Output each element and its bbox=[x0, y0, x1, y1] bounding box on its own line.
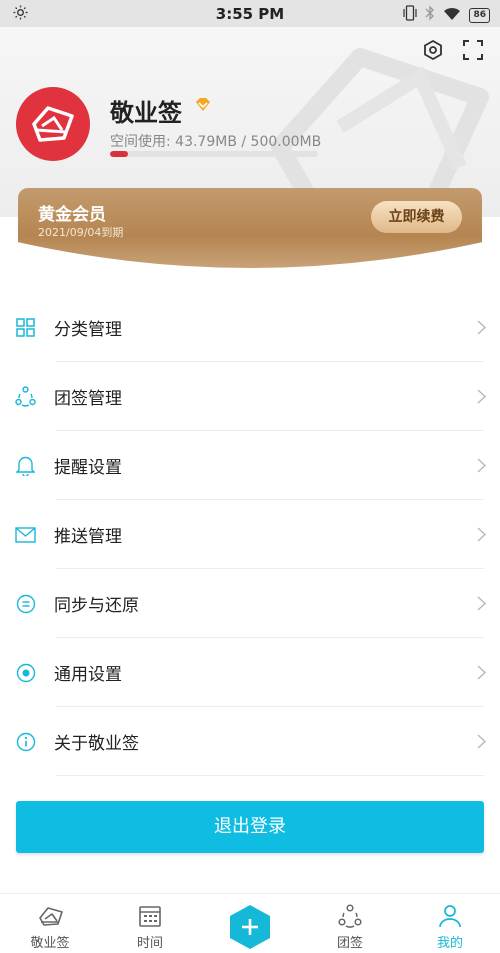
logout-button[interactable]: 退出登录 bbox=[16, 801, 484, 853]
bluetooth-icon bbox=[425, 5, 435, 25]
card-curve-divider bbox=[0, 238, 500, 278]
storage-usage-text: 空间使用: 43.79MB / 500.00MB bbox=[110, 134, 322, 150]
divider bbox=[56, 775, 484, 776]
menu-item-category[interactable]: 分类管理 bbox=[0, 293, 500, 362]
storage-progress-fill bbox=[110, 151, 129, 157]
nav-label: 敬业签 bbox=[30, 936, 70, 951]
home-note-icon bbox=[38, 904, 63, 928]
nav-label: 团签 bbox=[336, 936, 363, 951]
menu-item-label: 提醒设置 bbox=[54, 458, 122, 478]
nav-item-team[interactable]: 团签 bbox=[300, 894, 400, 953]
battery-icon: 86 bbox=[469, 7, 490, 23]
status-bar: 3:55 PM 86 bbox=[0, 0, 500, 27]
category-icon bbox=[15, 317, 36, 338]
bottom-navigation: 敬业签 时间 团签 我的 bbox=[0, 893, 500, 953]
menu-item-team[interactable]: 团签管理 bbox=[0, 362, 500, 431]
nav-label: 我的 bbox=[436, 936, 463, 951]
chevron-right-icon bbox=[477, 596, 487, 615]
nav-item-notes[interactable]: 敬业签 bbox=[0, 894, 100, 953]
settings-icon[interactable] bbox=[422, 39, 444, 65]
menu-item-about[interactable]: 关于敬业签 bbox=[0, 707, 500, 776]
chevron-right-icon bbox=[477, 458, 487, 477]
chevron-right-icon bbox=[477, 734, 487, 753]
menu-item-sync[interactable]: 同步与还原 bbox=[0, 569, 500, 638]
nav-item-mine[interactable]: 我的 bbox=[400, 894, 500, 953]
renew-button[interactable]: 立即续费 bbox=[371, 201, 462, 233]
menu-item-label: 同步与还原 bbox=[54, 596, 139, 616]
team-icon bbox=[338, 904, 362, 928]
menu-item-reminder[interactable]: 提醒设置 bbox=[0, 431, 500, 500]
wifi-icon bbox=[443, 6, 461, 25]
username: 敬业签 bbox=[110, 99, 182, 127]
avatar[interactable] bbox=[16, 87, 90, 161]
membership-title: 黄金会员 bbox=[38, 205, 106, 225]
menu-item-push[interactable]: 推送管理 bbox=[0, 500, 500, 569]
nav-label: 时间 bbox=[136, 936, 163, 951]
menu-item-label: 分类管理 bbox=[54, 320, 122, 340]
chevron-right-icon bbox=[477, 665, 487, 684]
calendar-icon bbox=[138, 904, 162, 928]
team-icon bbox=[15, 386, 36, 407]
menu-item-label: 关于敬业签 bbox=[54, 734, 139, 754]
info-icon bbox=[15, 731, 36, 752]
menu-item-label: 团签管理 bbox=[54, 389, 122, 409]
profile-icon bbox=[438, 904, 462, 928]
add-icon[interactable] bbox=[229, 904, 271, 950]
nav-item-time[interactable]: 时间 bbox=[100, 894, 200, 953]
menu-item-general[interactable]: 通用设置 bbox=[0, 638, 500, 707]
chevron-right-icon bbox=[477, 389, 487, 408]
chevron-right-icon bbox=[477, 527, 487, 546]
vip-badge-icon bbox=[194, 97, 212, 117]
menu-item-label: 通用设置 bbox=[54, 665, 122, 685]
bell-icon bbox=[15, 455, 36, 476]
storage-progress-bar bbox=[110, 151, 318, 157]
app-logo-icon bbox=[32, 106, 74, 142]
vibrate-icon bbox=[403, 5, 418, 25]
chevron-right-icon bbox=[477, 320, 487, 339]
fullscreen-icon[interactable] bbox=[462, 39, 484, 65]
menu-item-label: 推送管理 bbox=[54, 527, 122, 547]
general-icon bbox=[15, 662, 36, 683]
settings-menu: 分类管理 团签管理 提醒设置 推送管理 同步与还原 通用设置 关于敬业签 bbox=[0, 293, 500, 776]
mail-icon bbox=[15, 524, 36, 545]
sync-icon bbox=[15, 593, 36, 614]
